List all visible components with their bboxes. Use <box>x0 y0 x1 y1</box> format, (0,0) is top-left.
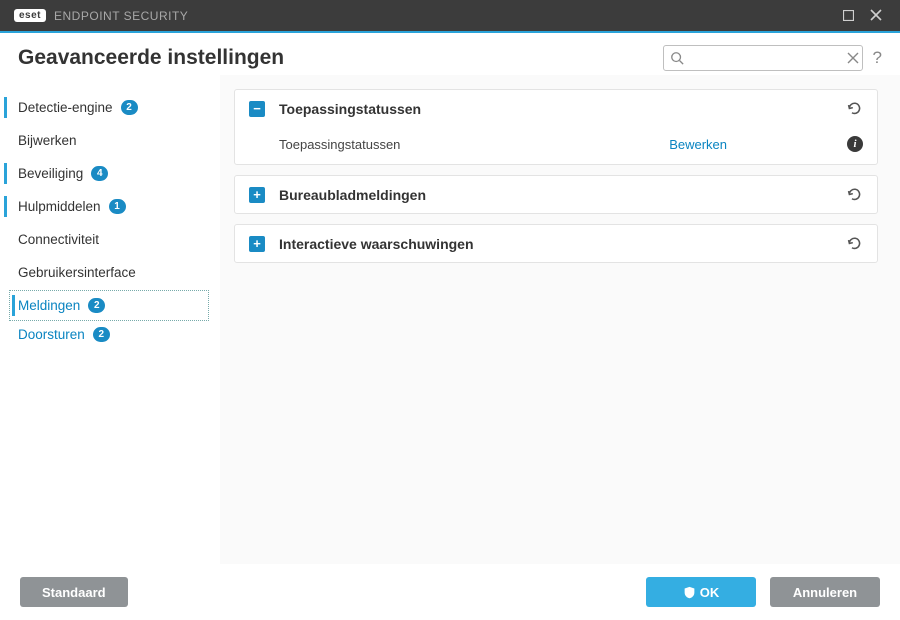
edit-link[interactable]: Bewerken <box>669 137 727 152</box>
badge: 1 <box>109 199 126 214</box>
sidebar-subitem-6-0[interactable]: Doorsturen 2 <box>0 322 220 347</box>
sidebar-item-label: Beveiliging <box>18 166 83 181</box>
expand-icon[interactable]: + <box>249 187 265 203</box>
panel-1: + Bureaubladmeldingen <box>234 175 878 214</box>
badge: 4 <box>91 166 108 181</box>
panel-title: Interactieve waarschuwingen <box>279 236 846 252</box>
undo-icon[interactable] <box>846 235 863 252</box>
maximize-icon[interactable] <box>834 8 862 24</box>
sidebar-item-label: Doorsturen <box>18 327 85 342</box>
sidebar-item-label: Hulpmiddelen <box>18 199 101 214</box>
help-icon[interactable]: ? <box>873 48 882 68</box>
sidebar-item-5[interactable]: Gebruikersinterface <box>0 256 220 289</box>
sidebar-item-label: Detectie-engine <box>18 100 113 115</box>
expand-icon[interactable]: + <box>249 236 265 252</box>
ok-button[interactable]: OK <box>646 577 756 607</box>
search-input[interactable] <box>684 51 847 65</box>
content-area: −ToepassingstatussenToepassingstatussenB… <box>220 75 900 564</box>
sidebar-item-label: Meldingen <box>18 298 80 313</box>
panel-title: Bureaubladmeldingen <box>279 187 846 203</box>
panel-0: −ToepassingstatussenToepassingstatussenB… <box>234 89 878 165</box>
sidebar-item-6[interactable]: Meldingen 2 <box>8 289 210 322</box>
topbar: Geavanceerde instellingen ? <box>0 33 900 75</box>
panel-row: ToepassingstatussenBewerken i <box>235 127 877 164</box>
sidebar-item-1[interactable]: Bijwerken <box>0 124 220 157</box>
footer: Standaard OK Annuleren <box>0 564 900 620</box>
badge: 2 <box>93 327 110 342</box>
sidebar-item-2[interactable]: Beveiliging 4 <box>0 157 220 190</box>
panel-header[interactable]: −Toepassingstatussen <box>235 90 877 127</box>
titlebar: eset ENDPOINT SECURITY <box>0 0 900 31</box>
search-box[interactable] <box>663 45 863 71</box>
clear-icon[interactable] <box>847 52 859 64</box>
sidebar-item-4[interactable]: Connectiviteit <box>0 223 220 256</box>
panel-2: + Interactieve waarschuwingen <box>234 224 878 263</box>
default-button[interactable]: Standaard <box>20 577 128 607</box>
page-title: Geavanceerde instellingen <box>18 46 663 70</box>
sidebar-item-0[interactable]: Detectie-engine 2 <box>0 91 220 124</box>
collapse-icon[interactable]: − <box>249 101 265 117</box>
brand-logo: eset <box>14 9 46 22</box>
panel-header[interactable]: + Bureaubladmeldingen <box>235 176 877 213</box>
undo-icon[interactable] <box>846 100 863 117</box>
close-icon[interactable] <box>862 8 890 24</box>
sidebar: Detectie-engine 2 Bijwerken Beveiliging 4 Hul… <box>0 75 220 564</box>
badge: 2 <box>88 298 105 313</box>
sidebar-item-3[interactable]: Hulpmiddelen 1 <box>0 190 220 223</box>
sidebar-item-label: Bijwerken <box>18 133 77 148</box>
panel-header[interactable]: + Interactieve waarschuwingen <box>235 225 877 262</box>
search-icon <box>670 51 684 65</box>
row-label: Toepassingstatussen <box>279 137 669 152</box>
badge: 2 <box>121 100 138 115</box>
info-icon[interactable]: i <box>847 136 863 152</box>
panel-title: Toepassingstatussen <box>279 101 846 117</box>
sidebar-item-label: Gebruikersinterface <box>18 265 136 280</box>
product-name: ENDPOINT SECURITY <box>54 9 188 23</box>
cancel-button[interactable]: Annuleren <box>770 577 880 607</box>
sidebar-item-label: Connectiviteit <box>18 232 99 247</box>
undo-icon[interactable] <box>846 186 863 203</box>
shield-icon <box>683 586 696 599</box>
